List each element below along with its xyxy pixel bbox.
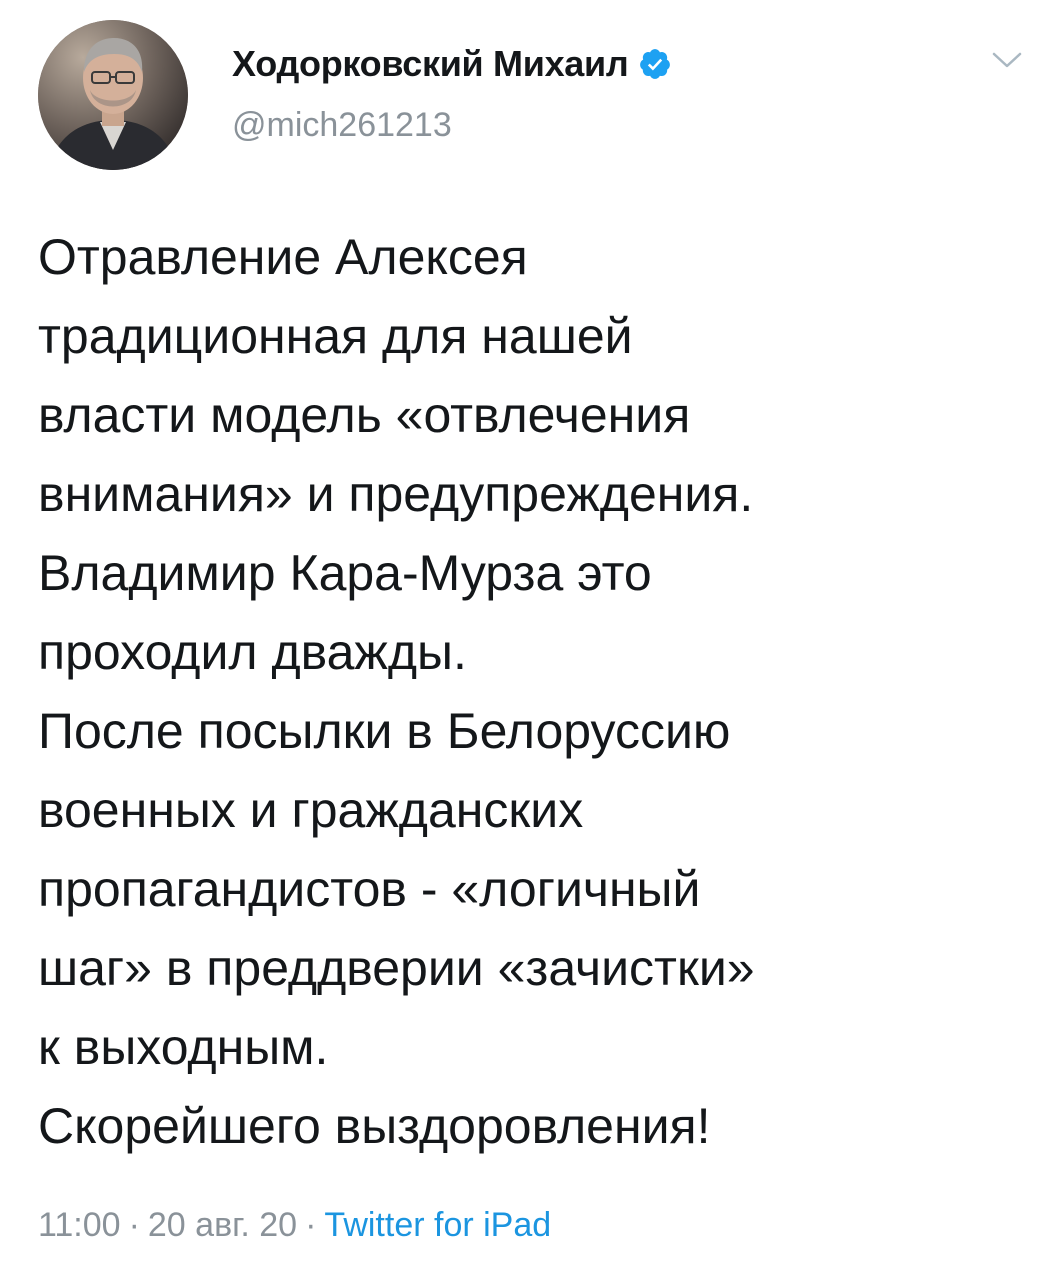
verified-badge-icon	[638, 47, 672, 81]
tweet-text-line: Владимир Кара-Мурза это	[38, 545, 652, 601]
tweet-text-line: военных и гражданских	[38, 782, 584, 838]
tweet-text-line: После посылки в Белоруссию	[38, 703, 731, 759]
chevron-down-icon[interactable]	[990, 48, 1024, 72]
tweet-text: Отравление Алексея традиционная для наше…	[38, 218, 1038, 1166]
meta-separator: ·	[305, 1206, 317, 1244]
display-name[interactable]: Ходорковский Михаил	[232, 43, 629, 85]
tweet-text-line: внимания» и предупреждения.	[38, 466, 754, 522]
tweet-source-link[interactable]: Twitter for iPad	[324, 1206, 551, 1244]
tweet-text-line: пропагандистов - «логичный	[38, 861, 701, 917]
tweet-time[interactable]: 11:00	[38, 1206, 121, 1244]
tweet-meta: 11:00 · 20 авг. 20 · Twitter for iPad	[38, 1206, 551, 1245]
tweet-text-line: власти модель «отвлечения	[38, 387, 691, 443]
tweet-text-line: Скорейшего выздоровления!	[38, 1098, 711, 1154]
tweet-card: Ходорковский Михаил @mich261213 Отравлен…	[0, 0, 1060, 1280]
tweet-text-line: проходил дважды.	[38, 624, 467, 680]
avatar[interactable]	[38, 20, 188, 170]
tweet-text-line: традиционная для нашей	[38, 308, 633, 364]
tweet-text-line: Отравление Алексея	[38, 229, 528, 285]
author-block: Ходорковский Михаил @mich261213	[232, 40, 672, 145]
tweet-text-line: к выходным.	[38, 1019, 329, 1075]
tweet-text-line: шаг» в преддверии «зачистки»	[38, 940, 755, 996]
avatar-photo	[38, 20, 188, 170]
user-handle[interactable]: @mich261213	[232, 106, 672, 145]
meta-separator: ·	[128, 1206, 140, 1244]
tweet-date[interactable]: 20 авг. 20	[148, 1206, 297, 1244]
name-row: Ходорковский Михаил	[232, 40, 672, 88]
